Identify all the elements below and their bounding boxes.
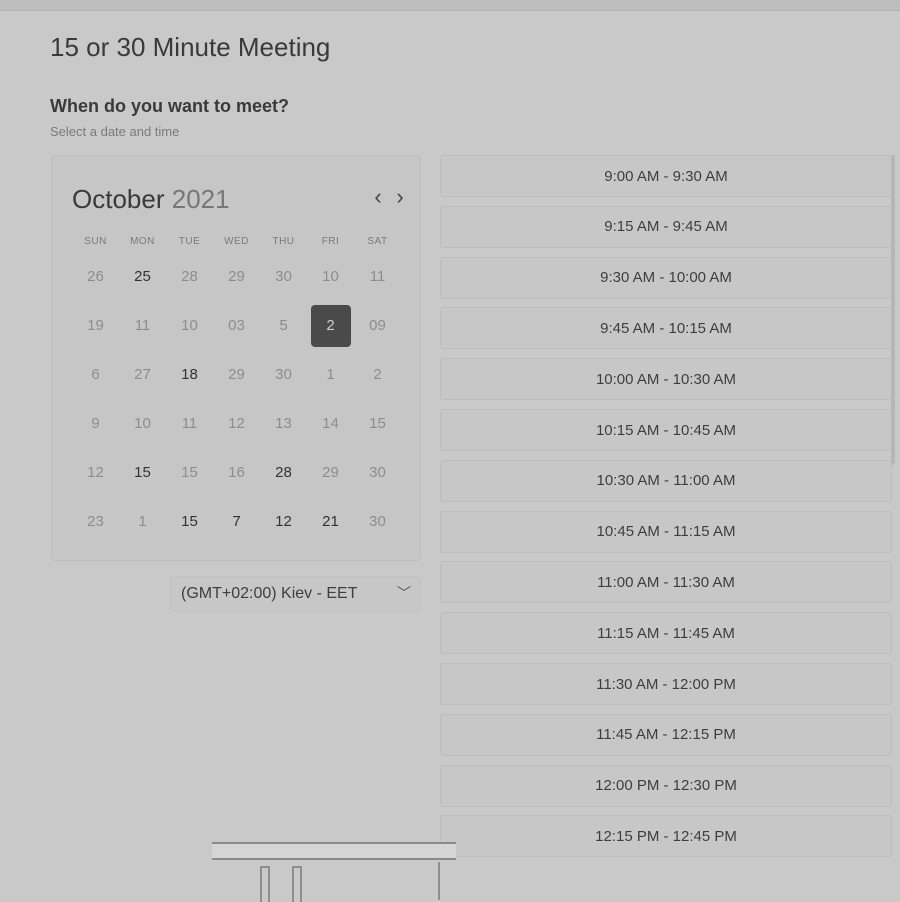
weekday-fri: FRI [321, 236, 340, 247]
calendar-day[interactable]: 15 [166, 497, 213, 546]
decoration-leg [438, 862, 440, 900]
decoration-leg [292, 866, 302, 902]
decoration-leg [260, 866, 270, 902]
calendar-day: 5 [279, 317, 288, 334]
calendar-day: 1 [326, 366, 335, 383]
calendar-day: 15 [181, 464, 198, 481]
weekday-mon: MON [130, 236, 155, 247]
calendar-day: 11 [181, 415, 198, 432]
calendar-day[interactable]: 15 [119, 448, 166, 497]
page-title: 15 or 30 Minute Meeting [50, 32, 331, 62]
time-slot-button[interactable]: 9:15 AM - 9:45 AM [440, 205, 892, 248]
timezone-value: (GMT+02:00) Kiev - EET [181, 585, 358, 602]
calendar-day[interactable]: 18 [166, 350, 213, 399]
slot-list-scrollbar[interactable] [891, 155, 895, 465]
meeting-question: When do you want to meet? [50, 96, 289, 116]
time-slot-button[interactable]: 10:45 AM - 11:15 AM [440, 510, 892, 553]
time-slot-button[interactable]: 9:30 AM - 10:00 AM [440, 256, 892, 299]
time-slot-button[interactable]: 11:45 AM - 12:15 PM [440, 713, 892, 756]
calendar-day: 30 [369, 464, 386, 481]
calendar-day: 03 [228, 317, 245, 334]
calendar-day[interactable]: 2 [307, 301, 354, 350]
calendar-day: 23 [87, 513, 104, 530]
month-year-label: October 2021 [72, 184, 230, 215]
calendar-day: 14 [322, 415, 339, 432]
time-slot-button[interactable]: 9:00 AM - 9:30 AM [440, 155, 892, 197]
chevron-right-icon[interactable]: › [390, 186, 410, 210]
chevron-left-icon[interactable]: ‹ [368, 186, 388, 210]
calendar-day: 26 [87, 268, 104, 285]
weekday-header: SUN MON TUE WED THU FRI SAT [72, 236, 402, 247]
time-slot-button[interactable]: 9:45 AM - 10:15 AM [440, 307, 892, 350]
calendar-day: 11 [134, 317, 151, 334]
window-top-strip [0, 0, 900, 11]
time-slot-button[interactable]: 10:30 AM - 11:00 AM [440, 459, 892, 502]
decoration-bar [212, 842, 456, 860]
time-slot-button[interactable]: 11:15 AM - 11:45 AM [440, 612, 892, 655]
calendar-day: 2 [373, 366, 382, 383]
time-slot-list: 9:00 AM - 9:30 AM 9:15 AM - 9:45 AM 9:30 A… [440, 155, 893, 900]
timezone-select[interactable]: (GMT+02:00) Kiev - EET ﹀ [170, 576, 420, 612]
weekday-tue: TUE [178, 236, 201, 247]
calendar-day[interactable]: 7 [213, 497, 260, 546]
chevron-down-icon: ﹀ [397, 585, 411, 601]
calendar-day: 29 [228, 366, 245, 383]
bottom-decoration [212, 838, 456, 902]
calendar-day: 1 [138, 513, 147, 530]
year-label: 2021 [171, 184, 230, 214]
month-label: October [72, 184, 165, 214]
calendar-day: 27 [134, 366, 151, 383]
calendar-day: 12 [228, 415, 245, 432]
calendar-day: 12 [87, 464, 104, 481]
calendar-day[interactable]: 25 [119, 252, 166, 301]
calendar-day: 10 [134, 415, 151, 432]
calendar-days-grid: 26 25 28 29 30 10 11 19 11 10 03 5 2 09 6 27 18 29 30 1 2 9 10… [72, 252, 402, 546]
time-slot-button[interactable]: 10:15 AM - 10:45 AM [440, 409, 892, 451]
calendar-day: 19 [87, 317, 104, 334]
calendar-day: 29 [228, 268, 245, 285]
select-date-hint: Select a date and time [50, 124, 180, 139]
calendar-day[interactable]: 21 [307, 497, 354, 546]
time-slot-button[interactable]: 11:30 AM - 12:00 PM [440, 663, 892, 705]
time-slot-button[interactable]: 10:00 AM - 10:30 AM [440, 358, 892, 401]
date-picker-calendar: October 2021 ‹ › SUN MON TUE WED THU FRI… [51, 155, 421, 561]
calendar-day: 6 [91, 366, 100, 383]
calendar-day: 09 [369, 317, 386, 334]
calendar-day: 10 [322, 268, 339, 285]
calendar-day: 15 [369, 415, 386, 432]
time-slot-button[interactable]: 11:00 AM - 11:30 AM [440, 561, 892, 604]
calendar-day[interactable]: 12 [260, 497, 307, 546]
calendar-day: 30 [369, 513, 386, 530]
calendar-day: 10 [181, 317, 198, 334]
calendar-day: 30 [275, 366, 292, 383]
calendar-day: 30 [275, 268, 292, 285]
weekday-wed: WED [224, 236, 249, 247]
calendar-day: 9 [91, 415, 100, 432]
time-slot-button[interactable]: 12:00 PM - 12:30 PM [440, 764, 892, 807]
time-slot-button[interactable]: 12:15 PM - 12:45 PM [440, 815, 892, 858]
calendar-day: 28 [181, 268, 198, 285]
weekday-sat: SAT [367, 236, 388, 247]
weekday-sun: SUN [84, 236, 107, 247]
selected-day[interactable]: 2 [310, 304, 351, 347]
weekday-thu: THU [272, 236, 295, 247]
calendar-day: 29 [322, 464, 339, 481]
calendar-day[interactable]: 28 [260, 448, 307, 497]
calendar-day: 11 [369, 268, 386, 285]
calendar-day: 13 [275, 415, 292, 432]
calendar-day: 16 [228, 464, 245, 481]
